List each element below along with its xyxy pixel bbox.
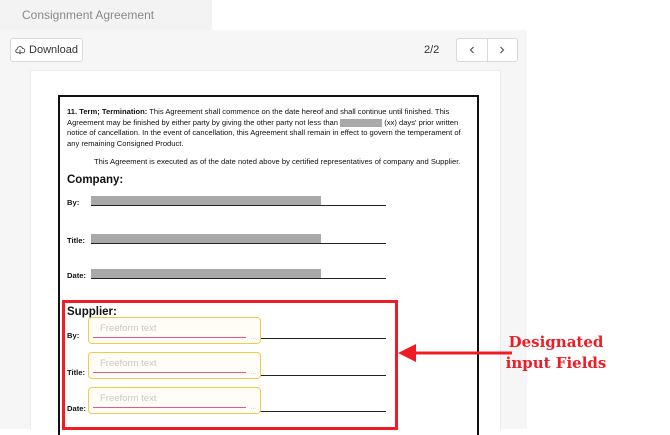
supplier-by-label: By:: [67, 331, 80, 340]
company-by-line: [91, 205, 386, 206]
resize-handle-icon[interactable]: …: [250, 404, 257, 411]
company-title-line: [91, 243, 386, 244]
resize-handle-icon[interactable]: …: [250, 369, 257, 376]
annotation-line-2: input Fields: [505, 354, 607, 372]
chevron-left-icon: [469, 46, 474, 54]
tab-bar: Consignment Agreement Template.pdf: [0, 0, 670, 52]
company-heading: Company:: [67, 174, 124, 186]
input-underline: [93, 371, 246, 373]
document-page: 11. Term; Termination: This Agreement sh…: [58, 95, 479, 435]
annotation-label: Designated input Fields: [494, 332, 618, 374]
supplier-date-input[interactable]: Freeform text …: [88, 387, 261, 414]
redacted-days: [340, 118, 383, 127]
supplier-title-input[interactable]: Freeform text …: [88, 352, 261, 379]
page-navigation: [456, 38, 518, 62]
clause-title: 11. Term; Termination:: [67, 107, 148, 116]
input-placeholder: Freeform text: [100, 323, 157, 334]
supplier-date-label: Date:: [67, 404, 86, 413]
supplier-by-input[interactable]: Freeform text …: [88, 317, 261, 344]
annotation-line-1: Designated: [508, 333, 604, 351]
tab-document[interactable]: Consignment Agreement Template.pdf: [0, 0, 212, 52]
termination-clause: 11. Term; Termination: This Agreement sh…: [67, 107, 471, 149]
next-page-button[interactable]: [486, 39, 518, 61]
company-by-label: By:: [67, 198, 80, 207]
chevron-right-icon: [500, 46, 505, 54]
company-title-label: Title:: [67, 236, 86, 245]
company-date-line: [91, 278, 386, 279]
prev-page-button[interactable]: [457, 39, 487, 61]
input-underline: [93, 336, 246, 338]
download-button[interactable]: Download: [10, 38, 83, 62]
download-label: Download: [29, 44, 78, 56]
executed-statement: This Agreement is executed as of the dat…: [94, 157, 461, 166]
input-underline: [93, 406, 246, 408]
cloud-download-icon: [15, 46, 26, 55]
input-placeholder: Freeform text: [100, 393, 157, 404]
page-indicator: 2/2: [424, 44, 440, 56]
supplier-title-label: Title:: [67, 368, 86, 377]
input-placeholder: Freeform text: [100, 358, 157, 369]
company-date-label: Date:: [67, 271, 86, 280]
resize-handle-icon[interactable]: …: [250, 334, 257, 341]
